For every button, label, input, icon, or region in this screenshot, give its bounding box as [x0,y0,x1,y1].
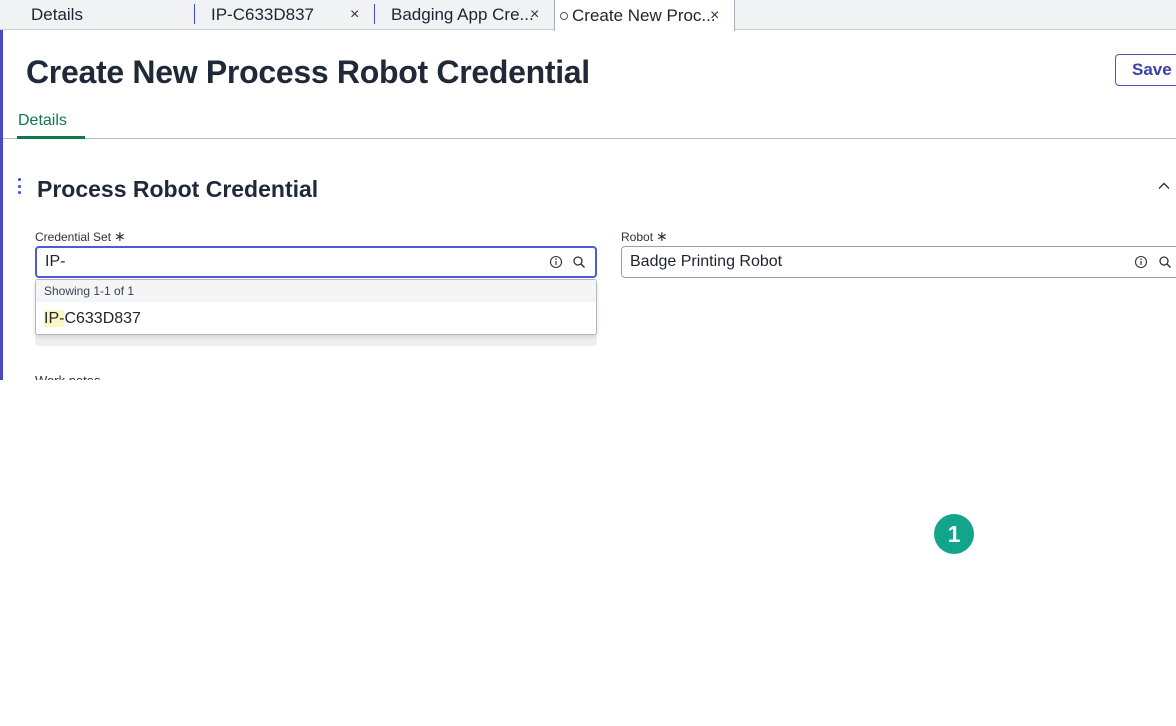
tab-create-new-process[interactable]: Create New Proc... × [554,0,735,31]
unsaved-indicator-icon [560,11,568,20]
results-count: Showing 1-1 of 1 [36,280,596,302]
page-title: Create New Process Robot Credential [26,54,590,90]
search-icon[interactable] [1158,255,1172,269]
search-icon[interactable] [572,255,586,269]
required-icon: ∗ [114,228,126,244]
credential-set-dropdown: Showing 1-1 of 1 IP-C633D837 [35,279,597,335]
match-highlight: IP- [44,310,65,327]
tab-separator [374,4,375,24]
close-icon[interactable]: × [710,7,719,24]
robot-label: Robot ∗ [621,228,668,244]
credential-set-input[interactable] [35,246,597,278]
tab-strip: Details IP-C633D837 × Badging App Cre...… [0,0,1176,31]
left-accent-bar [0,30,3,380]
tab-label: IP-C633D837 [211,5,315,24]
save-button[interactable]: Save [1115,54,1176,86]
chevron-up-icon[interactable] [1158,180,1170,192]
info-icon[interactable] [1134,255,1148,269]
option-rest: C633D837 [64,310,141,327]
tab-details-form[interactable]: Details [18,112,67,130]
work-notes-label: Work notes [35,371,101,380]
step-marker: 1 [934,514,974,554]
tab-label: Create New Proc... [572,5,716,25]
tab-label: Badging App Cre... [391,5,534,24]
dropdown-option[interactable]: IP-C633D837 [36,302,596,334]
close-icon[interactable]: × [530,7,539,23]
section-title: Process Robot Credential [37,176,319,202]
tab-label: Details [31,5,83,24]
required-icon: ∗ [656,228,668,244]
info-icon[interactable] [549,255,563,269]
tab-details[interactable]: Details [31,0,83,30]
tab-ip-c633d837[interactable]: IP-C633D837 × [211,0,371,30]
tab-badging-app[interactable]: Badging App Cre... × [391,0,551,30]
form-tabs: Details [3,108,1176,139]
active-tab-indicator [17,136,85,139]
close-icon[interactable]: × [350,7,359,23]
kebab-icon[interactable] [16,178,22,194]
robot-input[interactable] [621,246,1176,278]
tab-separator [194,4,195,24]
credential-set-label: Credential Set ∗ [35,228,126,244]
